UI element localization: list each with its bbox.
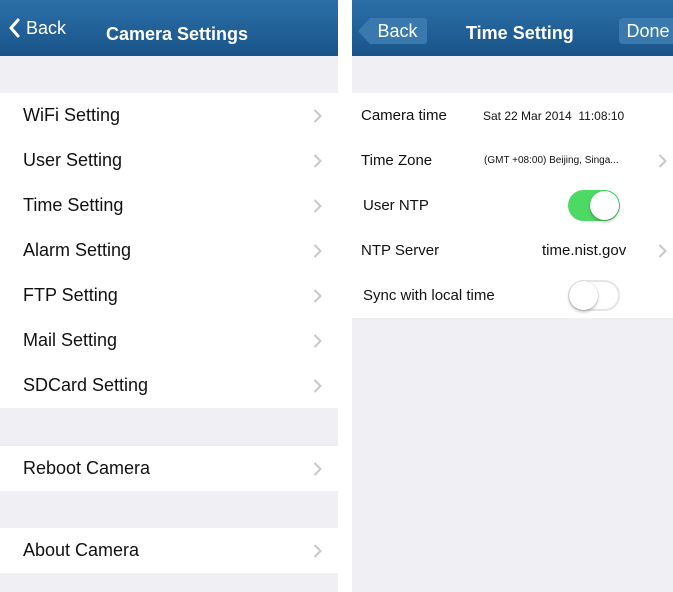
toggle-knob	[590, 191, 619, 220]
list-item-label: Alarm Setting	[23, 240, 132, 260]
chevron-right-icon	[313, 288, 322, 303]
toggle-knob	[569, 281, 598, 310]
chevron-right-icon	[658, 243, 667, 258]
sync-local-time-toggle[interactable]	[568, 280, 620, 311]
camera-time-value: Sat 22 Mar 2014 11:08:10	[483, 108, 625, 123]
chevron-left-icon	[9, 18, 20, 38]
chevron-right-icon	[658, 153, 667, 168]
list-item-label: Time Setting	[23, 195, 124, 215]
list-item-wifi-setting[interactable]: WiFi Setting	[0, 93, 338, 138]
ntp-server-label: NTP Server	[361, 242, 440, 259]
back-label: Back	[26, 17, 67, 38]
time-settings-list: Camera time Sat 22 Mar 2014 11:08:10 Tim…	[352, 93, 673, 318]
time-zone-value: (GMT +08:00) Beijing, Singa...	[484, 155, 619, 166]
back-button[interactable]: Back	[358, 18, 427, 44]
camera-settings-screen: Back Camera Settings WiFi Setting User S…	[0, 0, 338, 592]
reboot-camera-button[interactable]: Reboot Camera	[0, 446, 338, 491]
list-item-label: WiFi Setting	[23, 105, 121, 125]
camera-time-row: Camera time Sat 22 Mar 2014 11:08:10	[352, 93, 673, 138]
list-item-time-setting[interactable]: Time Setting	[0, 183, 338, 228]
page-title: Camera Settings	[106, 24, 249, 44]
list-item-label: Mail Setting	[23, 330, 118, 350]
list-item-label: User Setting	[23, 150, 123, 170]
list-item-ftp-setting[interactable]: FTP Setting	[0, 273, 338, 318]
chevron-right-icon	[313, 543, 322, 558]
chevron-right-icon	[313, 378, 322, 393]
list-item-alarm-setting[interactable]: Alarm Setting	[0, 228, 338, 273]
list-item-label: About Camera	[23, 540, 140, 560]
navigation-bar: Back Camera Settings	[0, 0, 338, 56]
list-item-mail-setting[interactable]: Mail Setting	[0, 318, 338, 363]
chevron-right-icon	[313, 108, 322, 123]
about-camera-button[interactable]: About Camera	[0, 528, 338, 573]
chevron-right-icon	[313, 198, 322, 213]
list-item-label: SDCard Setting	[23, 375, 149, 395]
chevron-right-icon	[313, 243, 322, 258]
reboot-group: Reboot Camera	[0, 446, 338, 491]
chevron-right-icon	[313, 153, 322, 168]
sync-local-time-label: Sync with local time	[363, 287, 495, 304]
sync-local-time-row: Sync with local time	[352, 273, 673, 318]
navigation-bar: Back Time Setting Done	[352, 0, 673, 56]
user-ntp-label: User NTP	[363, 197, 429, 214]
about-group: About Camera	[0, 528, 338, 573]
user-ntp-row: User NTP	[352, 183, 673, 228]
done-button[interactable]: Done	[619, 18, 673, 44]
chevron-right-icon	[313, 333, 322, 348]
time-setting-screen: Back Time Setting Done Camera time Sat 2…	[352, 0, 673, 592]
list-item-user-setting[interactable]: User Setting	[0, 138, 338, 183]
list-item-sdcard-setting[interactable]: SDCard Setting	[0, 363, 338, 408]
camera-time-label: Camera time	[361, 107, 447, 124]
ntp-server-value: time.nist.gov	[542, 242, 627, 259]
list-item-label: Reboot Camera	[23, 458, 151, 478]
user-ntp-toggle[interactable]	[568, 190, 620, 221]
page-title: Time Setting	[466, 23, 574, 43]
ntp-server-row[interactable]: NTP Server time.nist.gov	[352, 228, 673, 273]
time-zone-row[interactable]: Time Zone (GMT +08:00) Beijing, Singa...	[352, 138, 673, 183]
chevron-right-icon	[313, 461, 322, 476]
list-item-label: FTP Setting	[23, 285, 118, 305]
settings-list: WiFi Setting User Setting Time Setting A…	[0, 93, 338, 408]
back-button[interactable]: Back	[8, 14, 66, 42]
time-zone-label: Time Zone	[361, 152, 433, 169]
